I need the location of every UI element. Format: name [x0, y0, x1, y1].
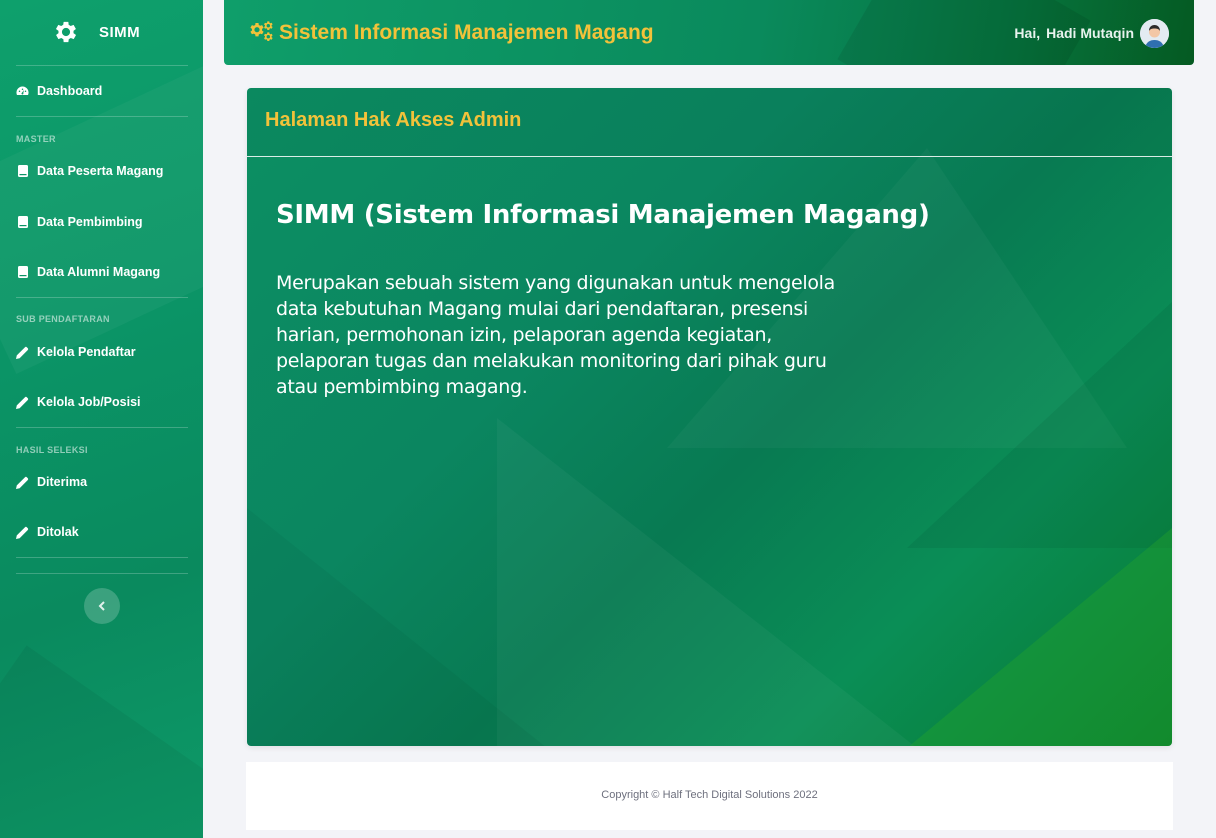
- card-title: Halaman Hak Akses Admin: [265, 109, 522, 131]
- sidebar-divider: [16, 427, 188, 428]
- tachometer-icon: [16, 85, 29, 98]
- background-facet: [907, 288, 1172, 548]
- sidebar-item-label: Kelola Job/Posisi: [37, 395, 141, 409]
- book-icon: [16, 165, 29, 178]
- sidebar-toggle-button[interactable]: [84, 588, 120, 624]
- background-facet: [497, 418, 917, 746]
- sidebar-divider: [16, 297, 188, 298]
- sidebar-divider: [16, 116, 188, 117]
- sidebar-item-label: Dashboard: [37, 84, 103, 98]
- hero-title: SIMM (Sistem Informasi Manajemen Magang): [276, 200, 930, 230]
- pencil-icon: [16, 346, 29, 359]
- sidebar-divider: [16, 573, 188, 574]
- sidebar-heading-master: MASTER: [16, 134, 56, 144]
- app-title: Sistem Informasi Manajemen Magang: [279, 21, 654, 44]
- greeting-text: Hai,: [1014, 25, 1041, 41]
- gear-icon: [55, 21, 77, 43]
- sidebar-item-data-peserta-magang[interactable]: Data Peserta Magang: [16, 164, 163, 178]
- sidebar-item-kelola-pendaftar[interactable]: Kelola Pendaftar: [16, 345, 136, 359]
- pencil-icon: [16, 526, 29, 539]
- pencil-icon: [16, 476, 29, 489]
- sidebar-item-label: Ditolak: [37, 525, 79, 539]
- main-card: Halaman Hak Akses Admin SIMM (Sistem Inf…: [247, 88, 1172, 746]
- cogs-icon: [250, 21, 273, 41]
- sidebar: SIMM Dashboard MASTER Data Peserta Magan…: [0, 0, 203, 838]
- sidebar-item-label: Data Peserta Magang: [37, 164, 164, 178]
- sidebar-item-ditolak[interactable]: Ditolak: [16, 525, 79, 539]
- sidebar-item-label: Data Alumni Magang: [37, 265, 161, 279]
- user-greeting[interactable]: Hai, Hadi Mutaqin: [1014, 25, 1134, 41]
- topbar: Sistem Informasi Manajemen Magang Hai, Ha…: [224, 0, 1194, 65]
- book-icon: [16, 216, 29, 229]
- user-avatar-icon: [1140, 19, 1169, 48]
- sidebar-divider: [16, 557, 188, 558]
- sidebar-brand[interactable]: SIMM: [0, 0, 203, 65]
- sidebar-item-label: Kelola Pendaftar: [37, 345, 136, 359]
- hero-description: Merupakan sebuah sistem yang digunakan u…: [276, 272, 835, 398]
- sidebar-item-label: Data Pembimbing: [37, 215, 143, 229]
- user-name: Hadi Mutaqin: [1046, 25, 1134, 41]
- pencil-icon: [16, 396, 29, 409]
- background-facet: [907, 528, 1172, 746]
- avatar[interactable]: [1140, 19, 1169, 48]
- card-header: Halaman Hak Akses Admin: [247, 88, 1172, 157]
- sidebar-heading-sub-pendaftaran: SUB PENDAFTARAN: [16, 314, 110, 324]
- sidebar-item-dashboard[interactable]: Dashboard: [16, 84, 102, 98]
- sidebar-heading-hasil-seleksi: HASIL SELEKSI: [16, 445, 88, 455]
- copyright-text: Copyright © Half Tech Digital Solutions …: [601, 789, 818, 801]
- background-facet: [247, 508, 547, 746]
- brand-name: SIMM: [99, 24, 141, 41]
- sidebar-divider: [16, 65, 188, 66]
- book-icon: [16, 266, 29, 279]
- sidebar-item-kelola-job-posisi[interactable]: Kelola Job/Posisi: [16, 395, 141, 409]
- sidebar-item-diterima[interactable]: Diterima: [16, 475, 87, 489]
- sidebar-item-data-alumni-magang[interactable]: Data Alumni Magang: [16, 265, 160, 279]
- sidebar-item-label: Diterima: [37, 475, 88, 489]
- footer: Copyright © Half Tech Digital Solutions …: [246, 762, 1173, 830]
- sidebar-item-data-pembimbing[interactable]: Data Pembimbing: [16, 215, 143, 229]
- chevron-left-icon: [98, 601, 105, 611]
